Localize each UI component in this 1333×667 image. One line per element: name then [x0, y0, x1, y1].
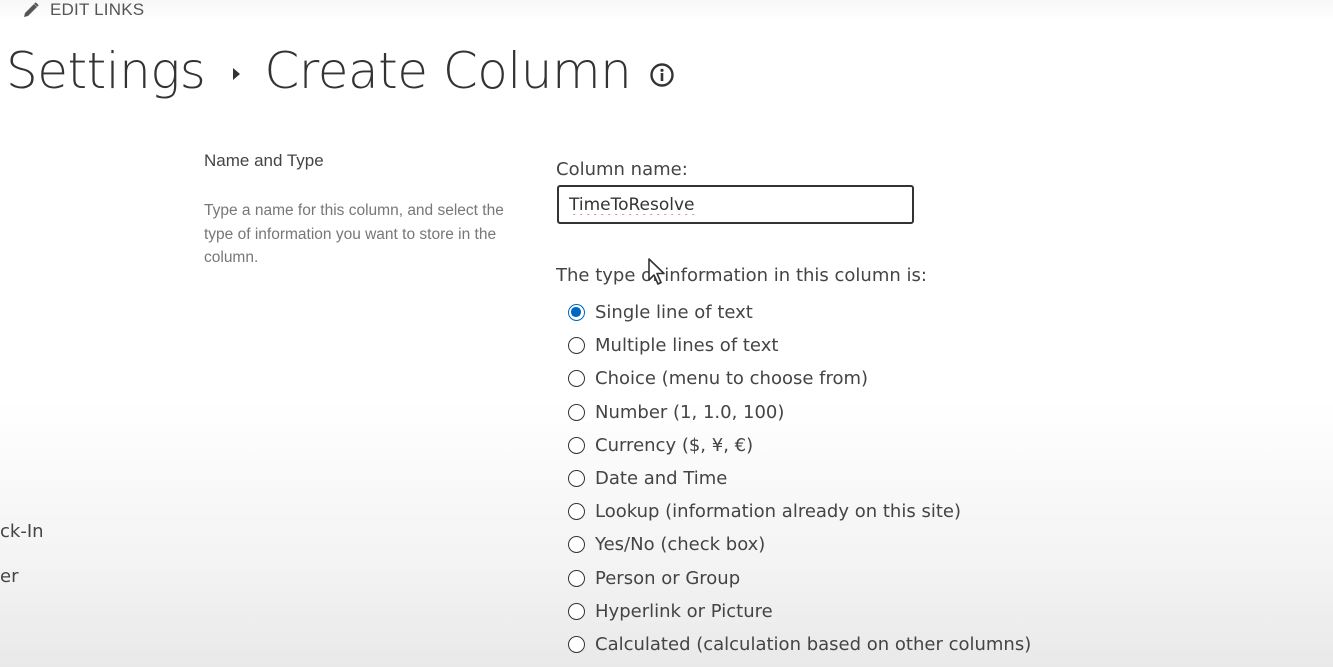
- column-type-option[interactable]: Date and Time: [566, 462, 1031, 495]
- column-type-radio-group: Single line of text Multiple lines of tex…: [566, 296, 1031, 661]
- column-type-option[interactable]: Hyperlink or Picture: [566, 595, 1031, 628]
- column-type-option[interactable]: Choice (menu to choose from): [566, 362, 1031, 395]
- info-icon[interactable]: [649, 62, 675, 88]
- column-type-option[interactable]: Calculated (calculation based on other c…: [566, 628, 1031, 661]
- left-nav-item[interactable]: er: [0, 566, 18, 587]
- column-type-radio[interactable]: [568, 470, 585, 488]
- column-type-radio[interactable]: [568, 635, 585, 653]
- column-type-option-label: Single line of text: [595, 302, 753, 324]
- column-type-option-label: Yes/No (check box): [595, 534, 766, 556]
- section-description: Type a name for this column, and select …: [204, 202, 504, 266]
- mouse-cursor-icon: [648, 258, 665, 285]
- column-type-option-label: Date and Time: [595, 468, 728, 490]
- column-type-option[interactable]: Number (1, 1.0, 100): [566, 396, 1031, 429]
- left-nav-item[interactable]: ck-In: [0, 521, 44, 542]
- column-type-option-label: Calculated (calculation based on other c…: [595, 633, 1032, 655]
- column-type-radio[interactable]: [568, 304, 585, 322]
- column-type-radio[interactable]: [568, 536, 585, 554]
- column-type-option-label: Person or Group: [595, 567, 741, 589]
- page-title: Settings Create Column: [6, 36, 675, 106]
- column-type-option-label: Choice (menu to choose from): [595, 368, 869, 390]
- column-type-option-label: Currency ($, ¥, €): [595, 434, 754, 456]
- column-type-option-label: Hyperlink or Picture: [595, 600, 773, 622]
- column-type-radio[interactable]: [568, 503, 585, 521]
- breadcrumb-parent[interactable]: Settings: [6, 42, 206, 100]
- column-type-radio[interactable]: [568, 602, 585, 620]
- column-type-option-label: Lookup (information already on this site…: [595, 501, 961, 523]
- column-type-radio[interactable]: [568, 370, 585, 388]
- column-type-option[interactable]: Lookup (information already on this site…: [566, 495, 1031, 528]
- section-title: Name and Type: [204, 151, 324, 170]
- column-type-option[interactable]: Single line of text: [566, 296, 1031, 329]
- edit-links-button[interactable]: EDIT LINKS: [22, 0, 144, 20]
- column-type-radio[interactable]: [568, 569, 585, 587]
- column-type-label: The type of information in this column i…: [556, 265, 927, 286]
- column-type-option-label: Multiple lines of text: [595, 335, 779, 357]
- column-type-option[interactable]: Currency ($, ¥, €): [566, 429, 1031, 462]
- column-type-radio[interactable]: [568, 436, 585, 454]
- column-type-radio[interactable]: [568, 337, 585, 355]
- breadcrumb-current: Create Column: [264, 42, 632, 100]
- column-name-input[interactable]: [557, 185, 914, 224]
- column-name-label: Column name:: [556, 159, 688, 180]
- column-type-option[interactable]: Multiple lines of text: [566, 329, 1031, 362]
- pencil-icon: [24, 2, 39, 17]
- column-type-option[interactable]: Yes/No (check box): [566, 528, 1031, 561]
- column-type-radio[interactable]: [568, 403, 585, 421]
- edit-links-label: EDIT LINKS: [50, 0, 145, 19]
- column-type-option-label: Number (1, 1.0, 100): [595, 401, 785, 423]
- column-type-option[interactable]: Person or Group: [566, 562, 1031, 595]
- breadcrumb-separator-icon: [233, 68, 241, 80]
